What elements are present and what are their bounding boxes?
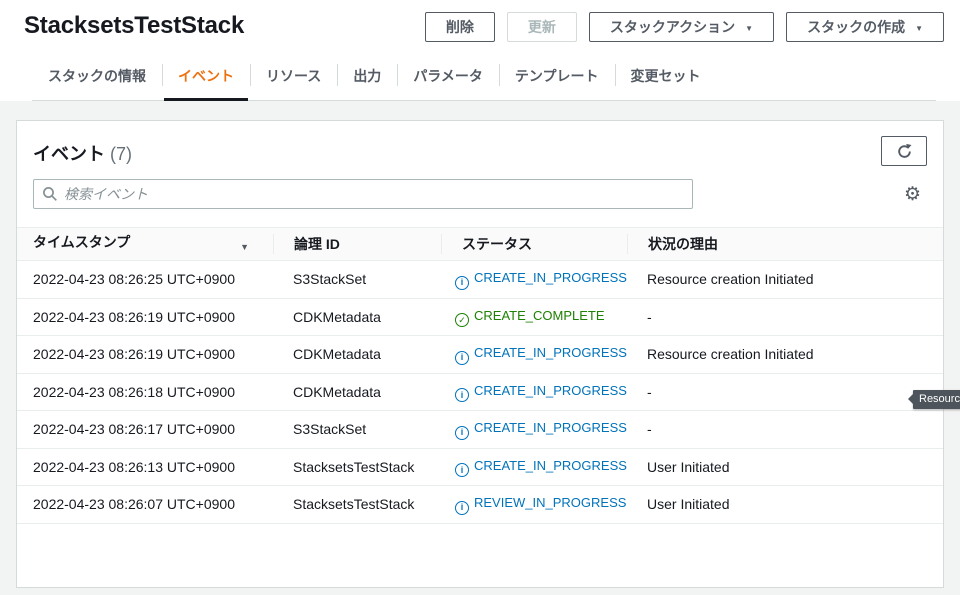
event-timestamp: 2022-04-23 08:26:19 UTC+0900	[17, 336, 273, 374]
table-row[interactable]: 2022-04-23 08:26:13 UTC+0900 StacksetsTe…	[17, 448, 943, 486]
event-logical-id: CDKMetadata	[273, 298, 441, 336]
table-row[interactable]: 2022-04-23 08:26:18 UTC+0900 CDKMetadata…	[17, 373, 943, 411]
event-status-reason: -	[627, 298, 943, 336]
event-status-text: CREATE_IN_PROGRESS	[474, 270, 627, 285]
event-status-reason: User Initiated	[627, 486, 943, 524]
event-status: i CREATE_IN_PROGRESS	[455, 344, 627, 365]
search-input[interactable]	[33, 179, 693, 209]
events-table-body: 2022-04-23 08:26:25 UTC+0900 S3StackSet …	[17, 261, 943, 524]
events-panel-title: イベント (7)	[33, 136, 132, 166]
info-circle-icon[interactable]: i	[455, 351, 469, 365]
event-status-reason: Resource creation Initiated	[627, 336, 943, 374]
event-timestamp: 2022-04-23 08:26:18 UTC+0900	[17, 373, 273, 411]
event-status-reason: Resource creation Initiated	[627, 261, 943, 299]
events-panel: イベント (7) ⚙	[16, 120, 944, 588]
events-count: (7)	[110, 144, 132, 164]
event-status-reason: -	[627, 373, 943, 411]
table-row[interactable]: 2022-04-23 08:26:25 UTC+0900 S3StackSet …	[17, 261, 943, 299]
event-logical-id: StacksetsTestStack	[273, 486, 441, 524]
event-timestamp: 2022-04-23 08:26:13 UTC+0900	[17, 448, 273, 486]
event-timestamp: 2022-04-23 08:26:07 UTC+0900	[17, 486, 273, 524]
check-circle-icon[interactable]: ✓	[455, 313, 469, 327]
event-timestamp: 2022-04-23 08:26:25 UTC+0900	[17, 261, 273, 299]
tab-resources[interactable]: リソース	[250, 58, 337, 100]
event-status: ✓ CREATE_COMPLETE	[455, 307, 627, 328]
event-status-reason: -	[627, 411, 943, 449]
chevron-down-icon: ▼	[745, 20, 753, 38]
event-status-text: CREATE_IN_PROGRESS	[474, 345, 627, 360]
search-box	[33, 179, 693, 209]
event-logical-id: CDKMetadata	[273, 336, 441, 374]
chevron-down-icon: ▼	[915, 20, 923, 38]
refresh-button[interactable]	[881, 136, 927, 166]
info-circle-icon[interactable]: i	[455, 388, 469, 402]
tab-template[interactable]: テンプレート	[499, 58, 615, 100]
column-header-status[interactable]: ステータス	[441, 228, 627, 261]
delete-button[interactable]: 削除	[425, 12, 495, 42]
tab-outputs[interactable]: 出力	[337, 58, 397, 100]
tab-parameters[interactable]: パラメータ	[397, 58, 499, 100]
sort-descending-icon: ▼	[240, 237, 249, 257]
event-timestamp: 2022-04-23 08:26:17 UTC+0900	[17, 411, 273, 449]
event-status-text: REVIEW_IN_PROGRESS	[474, 495, 626, 510]
event-status: i REVIEW_IN_PROGRESS	[455, 494, 627, 515]
tab-bar: スタックの情報 イベント リソース 出力 パラメータ テンプレート 変更セット	[32, 58, 936, 101]
stack-action-buttons: 削除 更新 スタックアクション▼ スタックの作成▼	[425, 10, 944, 42]
event-status-text: CREATE_IN_PROGRESS	[474, 420, 627, 435]
event-status: i CREATE_IN_PROGRESS	[455, 269, 627, 290]
column-header-logical-id[interactable]: 論理 ID	[273, 228, 441, 261]
event-status-text: CREATE_IN_PROGRESS	[474, 383, 627, 398]
event-status: i CREATE_IN_PROGRESS	[455, 457, 627, 478]
info-circle-icon[interactable]: i	[455, 426, 469, 440]
column-header-status-reason[interactable]: 状況の理由	[627, 228, 943, 261]
info-circle-icon[interactable]: i	[455, 276, 469, 290]
table-header-row: タイムスタンプ ▼ 論理 ID ステータス 状況の理由	[17, 228, 943, 261]
tab-events[interactable]: イベント	[162, 58, 250, 100]
update-button[interactable]: 更新	[507, 12, 577, 42]
event-status: i CREATE_IN_PROGRESS	[455, 382, 627, 403]
info-circle-icon[interactable]: i	[455, 501, 469, 515]
event-logical-id: S3StackSet	[273, 261, 441, 299]
event-logical-id: StacksetsTestStack	[273, 448, 441, 486]
event-logical-id: S3StackSet	[273, 411, 441, 449]
table-row[interactable]: 2022-04-23 08:26:19 UTC+0900 CDKMetadata…	[17, 298, 943, 336]
tab-stack-info[interactable]: スタックの情報	[32, 58, 162, 100]
refresh-icon	[896, 143, 913, 160]
table-row[interactable]: 2022-04-23 08:26:17 UTC+0900 S3StackSet …	[17, 411, 943, 449]
event-status-text: CREATE_IN_PROGRESS	[474, 458, 627, 473]
content-area: イベント (7) ⚙	[0, 101, 960, 595]
table-row[interactable]: 2022-04-23 08:26:19 UTC+0900 CDKMetadata…	[17, 336, 943, 374]
page-header: StacksetsTestStack 削除 更新 スタックアクション▼ スタック…	[0, 0, 960, 101]
info-circle-icon[interactable]: i	[455, 463, 469, 477]
event-timestamp: 2022-04-23 08:26:19 UTC+0900	[17, 298, 273, 336]
events-table: タイムスタンプ ▼ 論理 ID ステータス 状況の理由 2022-04-23 0…	[17, 227, 943, 524]
page-title: StacksetsTestStack	[24, 10, 244, 40]
event-status-text: CREATE_COMPLETE	[474, 308, 605, 323]
column-header-timestamp[interactable]: タイムスタンプ ▼	[17, 228, 273, 261]
gear-icon[interactable]: ⚙	[898, 185, 927, 204]
event-status-reason: User Initiated	[627, 448, 943, 486]
stack-actions-dropdown[interactable]: スタックアクション▼	[589, 12, 774, 42]
table-row[interactable]: 2022-04-23 08:26:07 UTC+0900 StacksetsTe…	[17, 486, 943, 524]
event-status: i CREATE_IN_PROGRESS	[455, 419, 627, 440]
create-stack-dropdown[interactable]: スタックの作成▼	[786, 12, 944, 42]
tab-change-sets[interactable]: 変更セット	[615, 58, 717, 100]
status-reason-tooltip: Resource	[913, 390, 960, 409]
event-logical-id: CDKMetadata	[273, 373, 441, 411]
search-icon	[42, 186, 58, 202]
